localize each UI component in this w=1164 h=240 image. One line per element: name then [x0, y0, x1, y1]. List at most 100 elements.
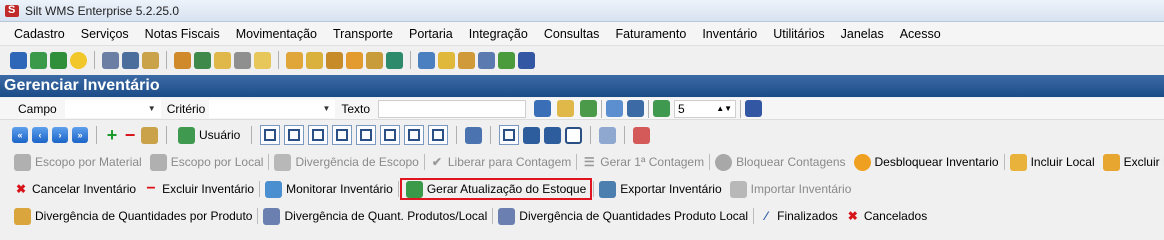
- escopo-material-button[interactable]: Escopo por Material: [10, 152, 146, 172]
- spinner-arrows-icon[interactable]: ▲▼: [716, 104, 732, 113]
- cancelados-button[interactable]: ✖ Cancelados: [842, 206, 931, 226]
- previous-record-icon[interactable]: ‹: [32, 127, 48, 143]
- cancelar-inventario-label: Cancelar Inventário: [32, 182, 137, 196]
- form-view-button[interactable]: [499, 125, 520, 145]
- layout-left-button[interactable]: [284, 125, 305, 145]
- layout-list-button[interactable]: [404, 125, 425, 145]
- image-icon[interactable]: [30, 51, 47, 69]
- find-icon[interactable]: [254, 51, 271, 69]
- usuario-button[interactable]: Usuário: [175, 125, 243, 145]
- lock-icon[interactable]: [438, 51, 455, 69]
- users-icon[interactable]: [478, 51, 495, 69]
- printer-icon[interactable]: [234, 51, 251, 69]
- book-icon[interactable]: [50, 51, 67, 69]
- menu-janelas[interactable]: Janelas: [833, 27, 892, 41]
- filter-icon[interactable]: [557, 100, 575, 117]
- menu-transporte[interactable]: Transporte: [325, 27, 401, 41]
- tiles-icon[interactable]: [465, 126, 483, 144]
- layout-full-button[interactable]: [260, 125, 281, 145]
- menu-utilitarios[interactable]: Utilitários: [765, 27, 832, 41]
- div-quant-produto-button[interactable]: Divergência de Quantidades por Produto: [10, 206, 256, 226]
- last-record-icon[interactable]: »: [72, 127, 88, 143]
- div-quant-produto-local-label: Divergência de Quantidades Produto Local: [519, 209, 749, 223]
- layout-bottom-button[interactable]: [308, 125, 329, 145]
- menu-integracao[interactable]: Integração: [461, 27, 536, 41]
- report-icon[interactable]: [633, 126, 651, 144]
- incluir-local-label: Incluir Local: [1030, 155, 1095, 169]
- menu-faturamento[interactable]: Faturamento: [607, 27, 694, 41]
- add-icon[interactable]: +: [105, 125, 119, 145]
- folder-arrow-icon[interactable]: [346, 51, 363, 69]
- key-icon[interactable]: [458, 51, 475, 69]
- desbloquear-inventario-button[interactable]: Desbloquear Inventario: [850, 152, 1003, 172]
- layout-grid-button[interactable]: [428, 125, 449, 145]
- campo-select[interactable]: ▼: [64, 99, 161, 118]
- menu-movimentacao[interactable]: Movimentação: [228, 27, 325, 41]
- single-view-icon[interactable]: [565, 126, 583, 144]
- edit-icon[interactable]: [141, 126, 158, 144]
- list-icon[interactable]: [174, 51, 191, 69]
- exit-door-icon[interactable]: [518, 51, 535, 69]
- monitorar-inventario-button[interactable]: Monitorar Inventário: [261, 179, 397, 199]
- network-icon[interactable]: [10, 51, 27, 69]
- copy-icon[interactable]: [599, 126, 617, 144]
- remove-icon[interactable]: −: [123, 125, 137, 145]
- tools-icon[interactable]: [102, 51, 119, 69]
- tree-view-icon[interactable]: [523, 126, 541, 144]
- menu-notas-fiscais[interactable]: Notas Fiscais: [137, 27, 228, 41]
- gerar-atualizacao-estoque-button[interactable]: Gerar Atualização do Estoque: [399, 178, 593, 200]
- report-icon: [14, 207, 31, 225]
- folder-refresh-icon[interactable]: [366, 51, 383, 69]
- liberar-contagem-button[interactable]: ✔ Liberar para Contagem: [426, 152, 575, 172]
- smiley-icon[interactable]: [70, 51, 87, 69]
- folder-check-icon[interactable]: [306, 51, 323, 69]
- layout-rows-button[interactable]: [356, 125, 377, 145]
- excluir-local-button[interactable]: Excluir Local: [1099, 152, 1164, 172]
- menu-consultas[interactable]: Consultas: [536, 27, 608, 41]
- folder-copy-icon[interactable]: [326, 51, 343, 69]
- separator: [456, 126, 458, 144]
- refresh-interval-spinner[interactable]: 5 ▲▼: [674, 99, 737, 118]
- cancelar-inventario-button[interactable]: ✖ Cancelar Inventário: [10, 179, 140, 199]
- bloquear-contagens-button[interactable]: Bloquear Contagens: [711, 152, 849, 172]
- search-icon[interactable]: [214, 51, 231, 69]
- incluir-local-button[interactable]: Incluir Local: [1006, 152, 1099, 172]
- finalizados-button[interactable]: ⁄ Finalizados: [755, 206, 842, 226]
- main-icon-toolbar: [0, 46, 1164, 74]
- chart-icon[interactable]: [627, 100, 645, 117]
- filter-bar: Campo ▼ Critério ▼ Texto 5 ▲▼: [0, 98, 1164, 120]
- cancelled-icon: ✖: [847, 209, 858, 223]
- refresh-icon[interactable]: [653, 100, 671, 117]
- menu-acesso[interactable]: Acesso: [892, 27, 949, 41]
- settings-list-icon[interactable]: [386, 51, 403, 69]
- close-panel-icon[interactable]: [745, 100, 763, 117]
- menu-servicos[interactable]: Serviços: [73, 27, 137, 41]
- zoom-icon[interactable]: [606, 100, 624, 117]
- criterio-select[interactable]: ▼: [209, 99, 336, 118]
- document-icon[interactable]: [142, 51, 159, 69]
- div-quant-produtos-local-button[interactable]: Divergência de Quant. Produtos/Local: [259, 206, 491, 226]
- menu-portaria[interactable]: Portaria: [401, 27, 461, 41]
- layout-top-button[interactable]: [332, 125, 353, 145]
- texto-input[interactable]: [378, 99, 527, 118]
- export-dropdown-icon[interactable]: [580, 100, 598, 117]
- div-quant-produto-local-button[interactable]: Divergência de Quantidades Produto Local: [494, 206, 752, 226]
- hierarchy-icon[interactable]: [122, 51, 139, 69]
- user-add-icon[interactable]: [418, 51, 435, 69]
- split-view-icon[interactable]: [544, 126, 562, 144]
- importar-inventario-button[interactable]: Importar Inventário: [726, 179, 856, 199]
- tool-icon[interactable]: [498, 51, 515, 69]
- menu-inventario[interactable]: Inventário: [694, 27, 765, 41]
- menu-cadastro[interactable]: Cadastro: [6, 27, 73, 41]
- escopo-local-button[interactable]: Escopo por Local: [146, 152, 268, 172]
- first-record-icon[interactable]: «: [12, 127, 28, 143]
- folder-edit-icon[interactable]: [286, 51, 303, 69]
- next-record-icon[interactable]: ›: [52, 127, 68, 143]
- layout-center-button[interactable]: [380, 125, 401, 145]
- divergencia-escopo-button[interactable]: Divergência de Escopo: [270, 152, 422, 172]
- gerar-contagem-button[interactable]: ☰ Gerar 1ª Contagem: [578, 152, 708, 172]
- excluir-inventario-button[interactable]: − Excluir Inventário: [140, 179, 258, 199]
- exportar-inventario-button[interactable]: Exportar Inventário: [595, 179, 725, 199]
- search-grid-icon[interactable]: [534, 100, 552, 117]
- truck-icon[interactable]: [194, 51, 211, 69]
